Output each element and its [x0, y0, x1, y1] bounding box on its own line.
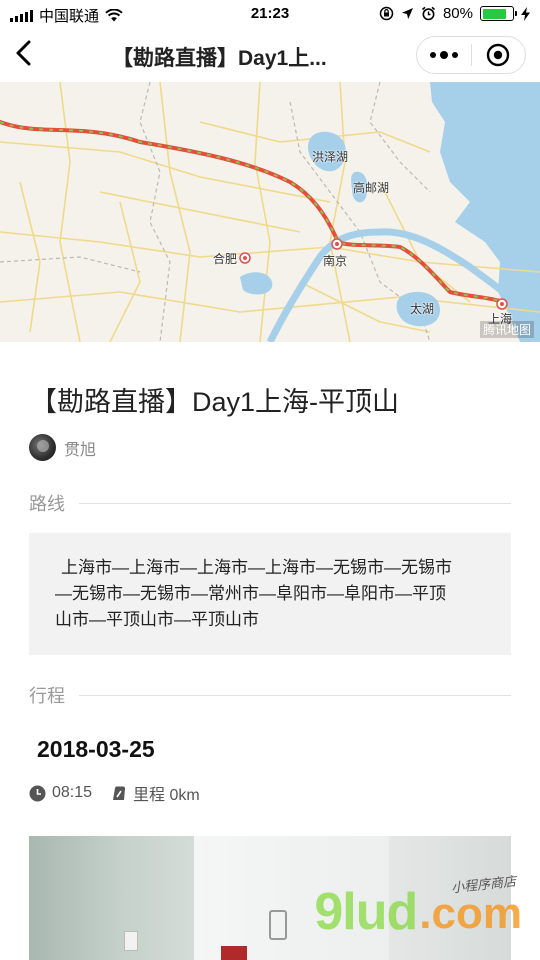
rotation-lock-icon — [379, 6, 394, 21]
map-label-nanjing: 南京 — [323, 254, 348, 268]
divider — [79, 694, 511, 696]
map-brand-logo: 腾讯地图 — [479, 321, 534, 338]
route-section-label: 路线 — [29, 494, 65, 514]
route-section-header: 路线 — [29, 490, 511, 516]
route-line-2: —无锡市—无锡市—常州市—阜阳市—阜阳市—平顶 — [55, 584, 446, 603]
target-close-icon — [487, 43, 510, 67]
chao-lake — [240, 272, 273, 295]
map-label-gaoyou-lake: 高邮湖 — [353, 181, 390, 195]
itinerary-section-label: 行程 — [29, 686, 65, 706]
author-name: 贯旭 — [64, 441, 97, 459]
status-bar: 中国联通 21:23 80% — [0, 0, 540, 28]
alarm-icon — [421, 6, 435, 21]
speedometer-icon — [113, 785, 126, 800]
battery-percent: 80% — [442, 5, 473, 22]
battery-level — [482, 8, 506, 19]
navigation-bar: 【勘路直播】Day1上... — [0, 28, 540, 82]
location-icon — [401, 8, 413, 19]
itinerary-date: 2018-03-25 — [37, 736, 155, 762]
status-right: 80% — [379, 5, 530, 22]
sea-area — [430, 82, 540, 342]
charging-icon — [521, 6, 530, 21]
avatar[interactable] — [29, 434, 56, 461]
route-line-1: 上海市—上海市—上海市—上海市—无锡市—无锡市 — [61, 558, 452, 577]
capsule-menu — [416, 36, 526, 74]
itinerary-time: 08:15 — [52, 784, 93, 801]
map-label-hongze-lake: 洪泽湖 — [312, 150, 349, 164]
itinerary-mileage: 里程 0km — [133, 787, 200, 804]
itinerary-meta: 08:15 里程 0km — [29, 781, 200, 805]
city-marker-shanghai — [496, 298, 508, 310]
itinerary-photo[interactable] — [29, 836, 511, 960]
city-marker-nanjing — [331, 238, 343, 250]
city-marker-hefei — [239, 252, 251, 264]
more-button[interactable] — [417, 37, 471, 73]
author-info[interactable]: 贯旭 — [29, 434, 96, 461]
route-line-3: 山市—平顶山市—平顶山市 — [55, 610, 259, 629]
map-canvas — [0, 82, 540, 342]
clock-icon — [29, 785, 46, 801]
route-description: 上海市—上海市—上海市—上海市—无锡市—无锡市 —无锡市—无锡市—常州市—阜阳市… — [29, 533, 511, 655]
battery-icon — [480, 6, 517, 21]
more-dots-icon — [430, 52, 436, 58]
map-label-tai-lake: 太湖 — [410, 302, 435, 316]
page-title: 【勘路直播】Day1上... — [112, 47, 327, 70]
route-map[interactable]: 合肥 南京 洪泽湖 高邮湖 太湖 上海 腾讯地图 — [0, 82, 540, 342]
map-label-hefei: 合肥 — [213, 252, 238, 266]
divider — [79, 502, 511, 504]
back-button[interactable] — [10, 38, 40, 68]
itinerary-section-header: 行程 — [29, 682, 511, 708]
article-title: 【勘路直播】Day1上海-平顶山 — [30, 387, 400, 417]
close-miniprogram-button[interactable] — [472, 37, 525, 73]
chevron-left-icon — [16, 40, 31, 66]
